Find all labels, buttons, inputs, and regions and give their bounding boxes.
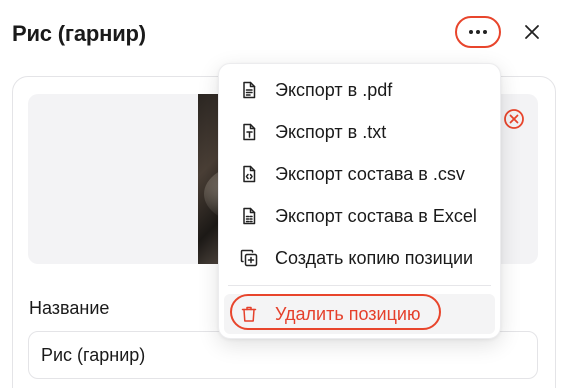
file-code-icon (237, 162, 261, 186)
ellipsis-dot (476, 30, 480, 34)
menu-item-export-txt[interactable]: Экспорт в .txt (224, 111, 495, 153)
menu-item-label: Удалить позицию (275, 303, 421, 324)
close-button[interactable] (520, 20, 544, 44)
ellipsis-dot (483, 30, 487, 34)
menu-item-label: Экспорт в .pdf (275, 79, 393, 100)
copy-plus-icon (237, 246, 261, 270)
remove-circle-icon (504, 109, 524, 129)
close-icon (525, 25, 539, 39)
remove-image-button[interactable] (503, 108, 525, 130)
file-spreadsheet-icon (237, 204, 261, 228)
page-title: Рис (гарнир) (12, 21, 146, 46)
menu-item-label: Создать копию позиции (275, 247, 474, 268)
more-options-menu: Экспорт в .pdf Экспорт в .txt Экспорт со… (218, 63, 501, 339)
menu-item-label: Экспорт состава в .csv (275, 163, 465, 184)
menu-item-export-pdf[interactable]: Экспорт в .pdf (224, 69, 495, 111)
trash-icon (237, 302, 261, 326)
menu-item-duplicate[interactable]: Создать копию позиции (224, 237, 495, 279)
menu-item-label: Экспорт в .txt (275, 121, 387, 142)
file-text-icon (237, 78, 261, 102)
ellipsis-horizontal-icon (469, 30, 473, 34)
name-field-label: Название (29, 298, 110, 318)
menu-item-delete[interactable]: Удалить позицию (224, 294, 495, 334)
menu-item-export-csv[interactable]: Экспорт состава в .csv (224, 153, 495, 195)
file-type-icon (237, 120, 261, 144)
menu-item-export-excel[interactable]: Экспорт состава в Excel (224, 195, 495, 237)
menu-divider (228, 285, 491, 286)
more-options-button[interactable] (455, 16, 501, 48)
menu-item-label: Экспорт состава в Excel (275, 205, 477, 226)
